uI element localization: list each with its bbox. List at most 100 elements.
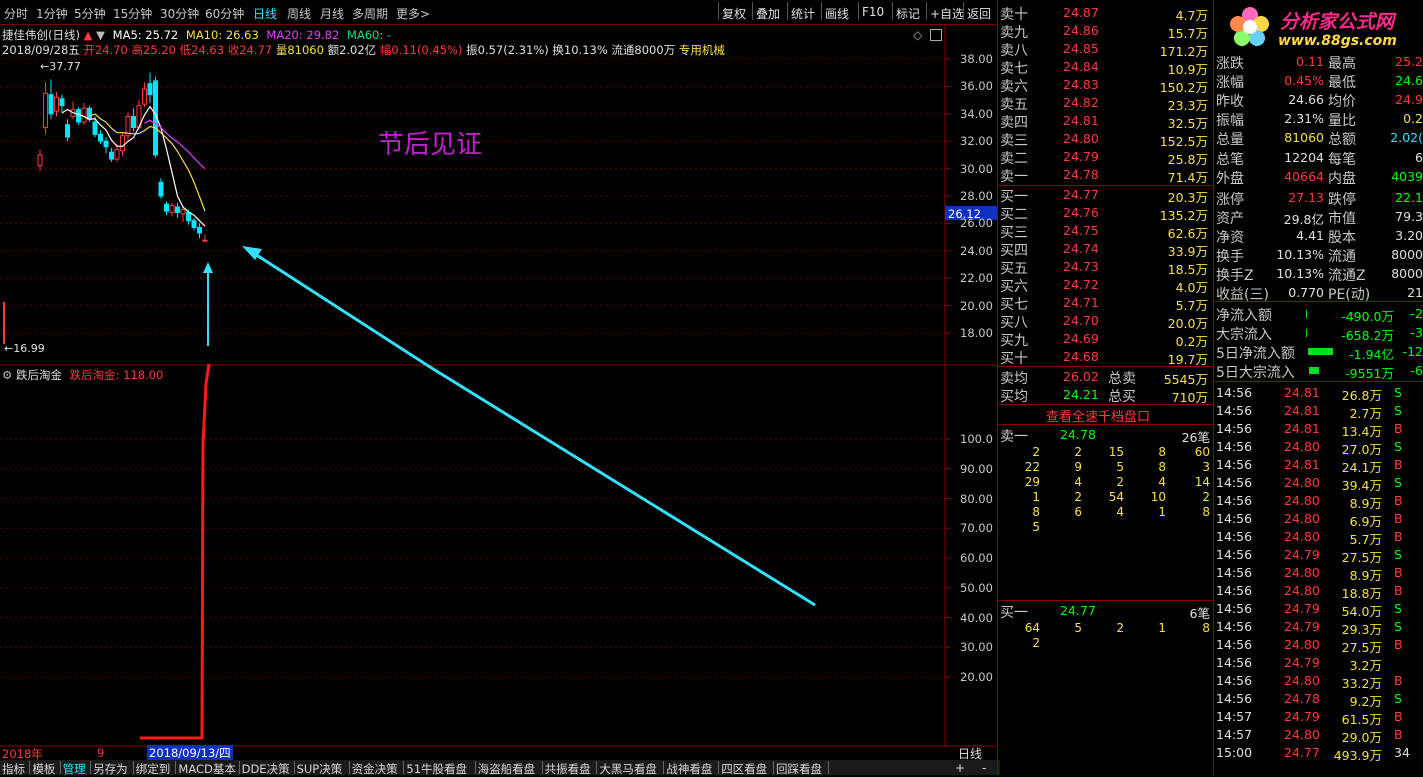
- buy-avg-label: 买均: [1000, 389, 1028, 405]
- buy-level-price[interactable]: 24.74: [1063, 241, 1099, 256]
- sell-level-price[interactable]: 24.78: [1063, 167, 1099, 182]
- chart-area[interactable]: [0, 24, 997, 760]
- toolbar-button-0[interactable]: 复权: [722, 5, 746, 22]
- candle-body: [164, 203, 169, 212]
- period-tab-3[interactable]: 15分钟: [113, 5, 152, 22]
- minus-icon[interactable]: -: [982, 761, 986, 775]
- toolbar-button-3[interactable]: 画线: [825, 5, 849, 22]
- queue-divider: [998, 424, 1213, 425]
- tick-price: 24.81: [1284, 385, 1320, 400]
- quote-value-2: 4039: [1391, 168, 1423, 184]
- buy-level-price[interactable]: 24.73: [1063, 259, 1099, 274]
- period-tab-10[interactable]: 更多>: [396, 5, 430, 22]
- quote-border: [1213, 0, 1214, 775]
- queue-order-size: 5: [1074, 621, 1082, 635]
- candle-body: [169, 205, 175, 213]
- tab-separator: [132, 761, 134, 774]
- period-tab-8[interactable]: 月线: [320, 5, 344, 22]
- quote-value-2: 0.2: [1403, 111, 1423, 127]
- toolbar-button-4[interactable]: F10: [862, 5, 884, 19]
- period-tab-2[interactable]: 5分钟: [74, 5, 106, 22]
- indicator-y-tick-label: 30.00: [960, 640, 993, 655]
- quote-value: 27.13: [1288, 189, 1324, 205]
- sell-level-price[interactable]: 24.83: [1063, 77, 1099, 92]
- buy-level-price[interactable]: 24.70: [1063, 313, 1099, 328]
- add-icon[interactable]: +: [955, 761, 965, 775]
- tick-time: 14:56: [1216, 403, 1253, 418]
- candle-body: [43, 92, 48, 128]
- quote-value: 10.13%: [1276, 266, 1324, 282]
- indicator-y-tick-label: 100.0: [960, 432, 993, 446]
- toolbar-button-2[interactable]: 统计: [791, 5, 815, 22]
- sell-level-label: 卖八: [1000, 43, 1028, 59]
- candle-body: [131, 116, 136, 129]
- buy-level-price[interactable]: 24.75: [1063, 223, 1099, 238]
- sell-level-price[interactable]: 24.84: [1063, 59, 1099, 74]
- period-tab-6[interactable]: 日线: [253, 5, 277, 22]
- buy-level-price[interactable]: 24.76: [1063, 205, 1099, 220]
- indicator-y-tick-label: 40.00: [960, 610, 993, 625]
- tick-price: 24.79: [1284, 619, 1320, 634]
- toolbar-separator: [892, 2, 893, 20]
- period-tab-1[interactable]: 1分钟: [36, 5, 68, 22]
- y-tick-label: 26.00: [960, 216, 993, 231]
- queue-order-size: 5: [1032, 520, 1040, 534]
- indicator-title: ⚙ 跌后淘金 跌后淘金: 118.00: [2, 367, 163, 383]
- quote-label: 涨停: [1216, 191, 1244, 208]
- sell-level-price[interactable]: 24.85: [1063, 41, 1099, 56]
- period-tab-9[interactable]: 多周期: [352, 5, 388, 22]
- tick-price: 24.79: [1284, 655, 1320, 670]
- tick-price: 24.80: [1284, 583, 1320, 598]
- quote-value-2: 8000: [1391, 247, 1423, 262]
- buy-total-label: 总买: [1108, 389, 1136, 405]
- sell-level-price[interactable]: 24.82: [1063, 95, 1099, 110]
- buy-level-price[interactable]: 24.77: [1063, 187, 1099, 202]
- settings-icon[interactable]: ⚙: [2, 368, 12, 382]
- toolbar-separator: [963, 2, 964, 20]
- sell-level-price[interactable]: 24.81: [1063, 113, 1099, 128]
- period-tab-0[interactable]: 分时: [4, 5, 28, 22]
- quote-value: 24.66: [1288, 92, 1324, 108]
- flow-bar: [1306, 329, 1307, 337]
- period-tab-7[interactable]: 周线: [287, 5, 311, 22]
- buy-level-label: 买七: [1000, 297, 1028, 313]
- queue-order-size: 8: [1158, 460, 1166, 474]
- candle-body: [103, 140, 109, 148]
- y-tick-label: 24.00: [960, 243, 993, 258]
- toolbar-button-5[interactable]: 标记: [896, 5, 920, 22]
- indicator-name[interactable]: 跌后淘金: [16, 368, 62, 382]
- quote-label-2: 均价: [1328, 94, 1356, 111]
- sell-level-label: 卖十: [1000, 7, 1028, 23]
- quote-value-2: 79.3: [1395, 208, 1423, 224]
- low-price-label: ←16.99: [4, 342, 45, 355]
- queue-order-size: 8: [1202, 621, 1210, 635]
- sell-avg-label: 卖均: [1000, 371, 1028, 387]
- sell-level-price[interactable]: 24.87: [1063, 5, 1099, 20]
- tick-price: 24.81: [1284, 403, 1320, 418]
- candle-body: [48, 94, 54, 115]
- buy-level-volume: 135.2万: [1159, 208, 1208, 223]
- queue-order-size: 14: [1194, 475, 1210, 489]
- depth-link[interactable]: 查看全速千档盘口: [1046, 406, 1150, 425]
- quote-label-2: 最低: [1328, 75, 1356, 92]
- y-tick-label: 22.00: [960, 271, 993, 286]
- tick-price: 24.79: [1284, 601, 1320, 616]
- sell-level-price[interactable]: 24.80: [1063, 131, 1099, 146]
- period-tab-4[interactable]: 30分钟: [160, 5, 199, 22]
- toolbar-button-7[interactable]: 返回: [967, 5, 991, 22]
- buy-level-price[interactable]: 24.71: [1063, 295, 1099, 310]
- tick-direction: S: [1394, 547, 1402, 562]
- y-tick-label: 32.00: [960, 134, 993, 149]
- quote-label: 资产: [1216, 210, 1244, 227]
- period-tab-5[interactable]: 60分钟: [205, 5, 244, 22]
- buy-level-price[interactable]: 24.68: [1063, 349, 1099, 364]
- toolbar-button-6[interactable]: +自选: [930, 5, 964, 22]
- buy-level-label: 买四: [1000, 243, 1028, 259]
- quote-label-2: 市值: [1328, 210, 1356, 227]
- queue-buy-divider: [998, 600, 1213, 601]
- buy-level-price[interactable]: 24.72: [1063, 277, 1099, 292]
- buy-level-price[interactable]: 24.69: [1063, 331, 1099, 346]
- sell-level-price[interactable]: 24.86: [1063, 23, 1099, 38]
- sell-level-price[interactable]: 24.79: [1063, 149, 1099, 164]
- toolbar-button-1[interactable]: 叠加: [756, 5, 780, 22]
